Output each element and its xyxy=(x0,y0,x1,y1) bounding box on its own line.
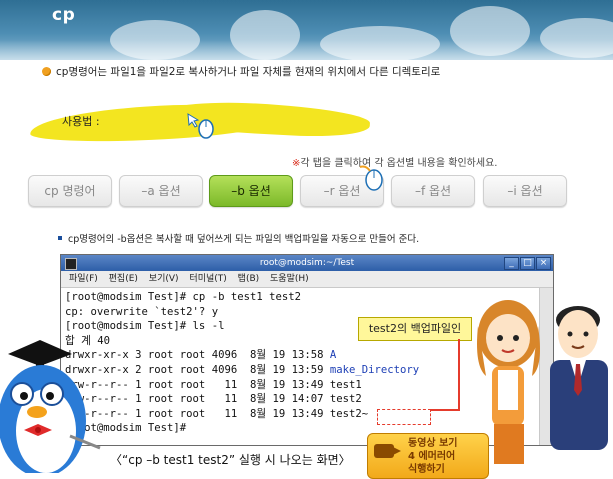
maximize-icon[interactable]: □ xyxy=(520,257,535,270)
menu-file[interactable]: 파일(F) xyxy=(69,274,98,284)
tab-f-option[interactable]: –f 옵션 xyxy=(391,175,475,207)
intro-text: cp명령어는 파일1을 파일2로 복사하거나 파일 자체를 현재의 위치에서 다… xyxy=(56,66,441,78)
bullet-square-icon xyxy=(58,236,62,240)
hint-body: 각 탭을 클릭하여 각 옵션별 내용을 확인하세요. xyxy=(300,158,498,169)
tab-cp-command[interactable]: cp 명령어 xyxy=(28,175,112,207)
penguin-mascot-icon xyxy=(0,340,101,473)
tab-b-option[interactable]: –b 옵션 xyxy=(209,175,293,207)
girl-character-icon xyxy=(477,300,540,464)
terminal-menubar: 파일(F) 편집(E) 보기(V) 터미널(T) 탭(B) 도움말(H) xyxy=(61,271,553,288)
man-character-icon xyxy=(550,306,608,450)
page-title: cp xyxy=(52,5,76,25)
menu-help[interactable]: 도움말(H) xyxy=(270,274,309,284)
close-icon[interactable]: × xyxy=(536,257,551,270)
mouse-cursor-icon xyxy=(359,165,383,191)
bullet-icon xyxy=(42,67,51,76)
menu-tabs[interactable]: 탭(B) xyxy=(238,274,259,284)
explanation-row: cp명령어의 -b옵션은 복사할 때 덮어쓰게 되는 파일의 백업파일을 자동으… xyxy=(58,231,419,245)
tab-i-option[interactable]: –i 옵션 xyxy=(483,175,567,207)
video-play-button[interactable]: 동영상 보기 4 에머러어 식행하기 xyxy=(367,433,489,479)
minimize-icon[interactable]: _ xyxy=(504,257,519,270)
figure-caption: 〈“cp –b test1 test2” 실행 시 나오는 화면〉 xyxy=(110,453,351,467)
explanation-text: cp명령어의 -b옵션은 복사할 때 덮어쓰게 되는 파일의 백업파일을 자동으… xyxy=(68,234,420,245)
video-button-line3: 식행하기 xyxy=(408,464,445,475)
terminal-title: root@modsim:~/Test xyxy=(259,258,355,268)
usage-label: 사용법 : xyxy=(62,115,100,128)
callout-connector xyxy=(430,409,460,411)
menu-edit[interactable]: 편집(E) xyxy=(109,274,138,284)
menu-view[interactable]: 보기(V) xyxy=(149,274,179,284)
backup-file-highlight xyxy=(377,409,431,425)
tab-a-option[interactable]: –a 옵션 xyxy=(119,175,203,207)
terminal-app-icon xyxy=(65,258,77,270)
directory-name: make_Directory xyxy=(329,363,420,376)
menu-terminal[interactable]: 터미널(T) xyxy=(189,274,226,284)
video-button-text: 동영상 보기 4 에머러어 식행하기 xyxy=(408,437,457,476)
directory-name: A xyxy=(329,349,337,362)
video-button-line1: 동영상 보기 xyxy=(408,438,458,449)
hint-text: ※각 탭을 클릭하여 각 옵션별 내용을 확인하세요. xyxy=(292,154,497,169)
video-camera-icon xyxy=(374,444,401,458)
video-button-line2: 4 에머러어 xyxy=(408,451,456,462)
backup-callout: test2의 백업파일인 xyxy=(358,317,472,341)
callout-connector xyxy=(458,339,460,411)
intro-text-row: cp명령어는 파일1을 파일2로 복사하거나 파일 자체를 현재의 위치에서 다… xyxy=(42,64,440,79)
mouse-cursor-icon xyxy=(187,113,214,139)
terminal-titlebar: root@modsim:~/Test _ □ × xyxy=(61,255,553,271)
